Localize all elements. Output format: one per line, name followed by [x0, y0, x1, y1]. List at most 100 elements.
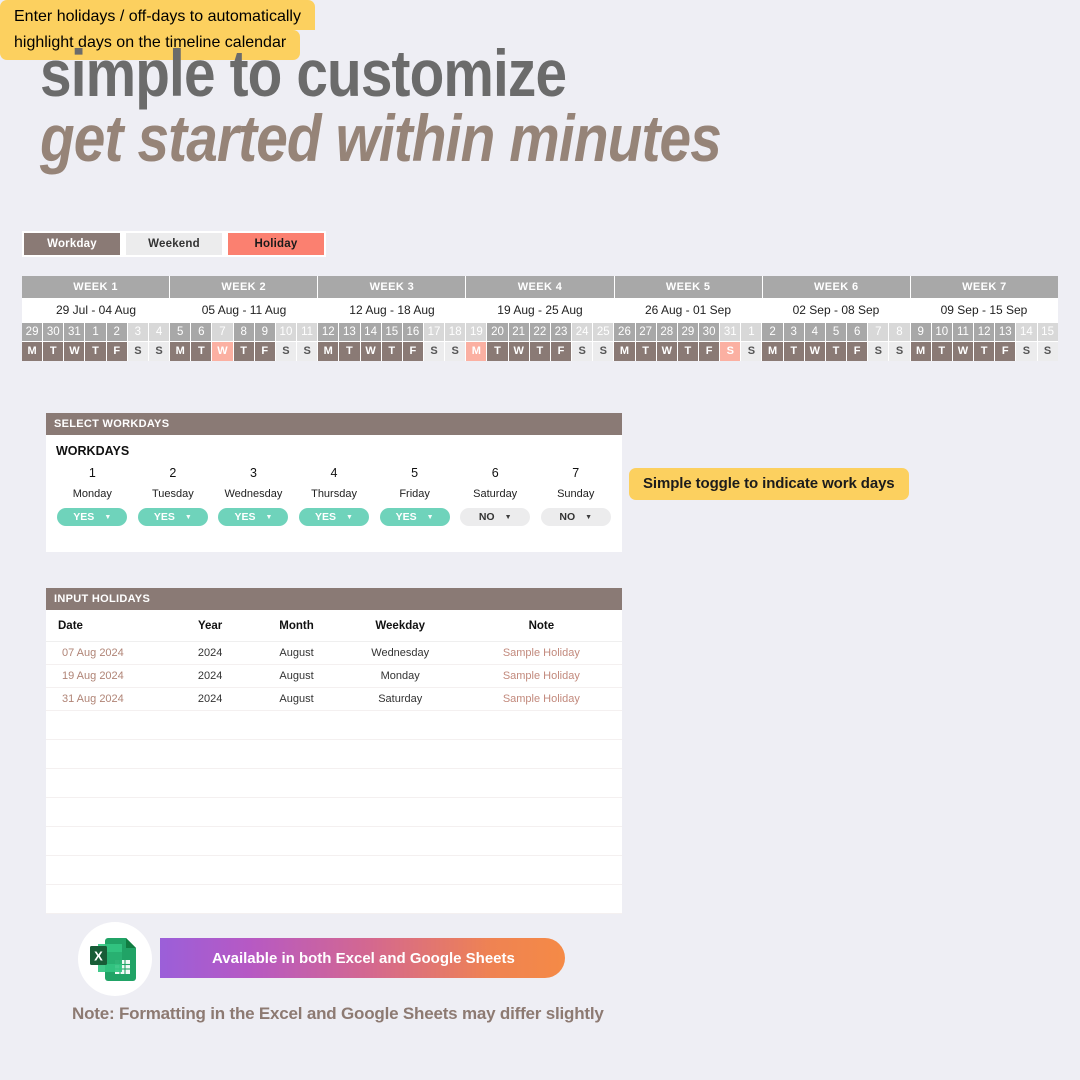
calendar-day-cell[interactable]: 16 F — [402, 323, 424, 361]
holidays-cell-weekday[interactable]: Saturday — [339, 687, 461, 711]
calendar-day-cell[interactable]: 1S — [741, 323, 763, 361]
holidays-table-empty-row[interactable] — [46, 739, 622, 769]
calendar-day-cell[interactable]: 15 S — [1037, 323, 1058, 361]
calendar-day-cell[interactable]: 9M — [910, 323, 932, 361]
calendar-day-cell[interactable]: 31 W — [64, 323, 86, 361]
holidays-cell-year[interactable] — [166, 826, 254, 856]
calendar-day-cell[interactable]: 5M — [170, 323, 192, 361]
holidays-cell-weekday[interactable] — [339, 855, 461, 885]
holidays-table-empty-row[interactable] — [46, 768, 622, 798]
holidays-table-empty-row[interactable] — [46, 797, 622, 827]
holidays-cell-weekday[interactable] — [339, 710, 461, 740]
calendar-day-cell[interactable]: 31 S — [720, 323, 742, 361]
holidays-cell-date[interactable] — [46, 855, 167, 885]
holidays-cell-month[interactable] — [253, 884, 340, 914]
calendar-day-cell[interactable]: 1T — [85, 323, 107, 361]
holidays-cell-date[interactable]: 19 Aug 2024 — [46, 664, 167, 688]
calendar-day-cell[interactable]: 8S — [889, 323, 911, 361]
calendar-day-cell[interactable]: 6F — [847, 323, 869, 361]
calendar-day-cell[interactable]: 9F — [254, 323, 276, 361]
holidays-cell-weekday[interactable] — [339, 739, 461, 769]
calendar-day-cell[interactable]: 3S — [127, 323, 149, 361]
holidays-table-empty-row[interactable] — [46, 855, 622, 885]
calendar-day-cell[interactable]: 27 T — [635, 323, 657, 361]
calendar-day-cell[interactable]: 25 S — [593, 323, 615, 361]
holidays-cell-year[interactable]: 2024 — [166, 687, 254, 711]
workday-toggle-thursday[interactable]: YES ▼ — [299, 508, 370, 526]
workday-toggle-friday[interactable]: YES ▼ — [379, 508, 450, 526]
calendar-day-cell[interactable]: 12 T — [974, 323, 996, 361]
workday-toggle-sunday[interactable]: NO ▼ — [540, 508, 611, 526]
holidays-cell-date[interactable] — [46, 739, 167, 769]
calendar-day-cell[interactable]: 7S — [868, 323, 890, 361]
workday-toggle-wednesday[interactable]: YES ▼ — [218, 508, 289, 526]
holidays-cell-note[interactable] — [460, 855, 622, 885]
calendar-day-cell[interactable]: 13 T — [339, 323, 361, 361]
workday-toggle-saturday[interactable]: NO ▼ — [460, 508, 531, 526]
holidays-cell-weekday[interactable]: Monday — [339, 664, 461, 688]
calendar-day-cell[interactable]: 30 F — [699, 323, 721, 361]
workday-toggle-monday[interactable]: YES ▼ — [57, 508, 128, 526]
calendar-day-cell[interactable]: 10 T — [931, 323, 953, 361]
holidays-table-row[interactable]: 19 Aug 2024 2024 August Monday Sample Holida… — [46, 664, 622, 688]
calendar-day-cell[interactable]: 21 W — [508, 323, 530, 361]
calendar-day-cell[interactable]: 5T — [825, 323, 848, 361]
calendar-day-cell[interactable]: 13 F — [995, 323, 1017, 361]
calendar-day-cell[interactable]: 14 S — [1016, 323, 1038, 361]
holidays-cell-weekday[interactable]: Wednesday — [339, 641, 461, 665]
holidays-cell-year[interactable]: 2024 — [166, 641, 254, 665]
holidays-cell-month[interactable]: August — [253, 641, 340, 665]
calendar-day-cell[interactable]: 15 T — [381, 323, 403, 361]
holidays-table-empty-row[interactable] — [46, 826, 622, 856]
calendar-day-cell[interactable]: 24 S — [572, 323, 594, 361]
calendar-day-cell[interactable]: 20 T — [487, 323, 509, 361]
calendar-day-cell[interactable]: 12 M — [318, 323, 340, 361]
calendar-day-cell[interactable]: 11 W — [952, 323, 975, 361]
holidays-cell-date[interactable] — [46, 710, 167, 740]
holidays-table-row[interactable]: 07 Aug 2024 2024 August Wednesday Sample Hol… — [46, 641, 622, 665]
holidays-cell-month[interactable] — [253, 768, 340, 798]
holidays-cell-note[interactable] — [460, 884, 622, 914]
holidays-cell-note[interactable] — [460, 797, 622, 827]
holidays-cell-month[interactable] — [253, 797, 340, 827]
holidays-table-row[interactable]: 31 Aug 2024 2024 August Saturday Sample Holi… — [46, 687, 622, 711]
calendar-day-cell[interactable]: 29 T — [677, 323, 699, 361]
calendar-day-cell[interactable]: 22 T — [529, 323, 551, 361]
holidays-cell-date[interactable] — [46, 826, 167, 856]
calendar-day-cell[interactable]: 3T — [783, 323, 805, 361]
calendar-day-cell[interactable]: 26 M — [614, 323, 636, 361]
holidays-cell-note[interactable] — [460, 710, 622, 740]
holidays-cell-year[interactable] — [166, 884, 254, 914]
calendar-day-cell[interactable]: 8T — [233, 323, 255, 361]
holidays-cell-month[interactable] — [253, 739, 340, 769]
holidays-cell-weekday[interactable] — [339, 826, 461, 856]
calendar-day-cell[interactable]: 30 T — [43, 323, 65, 361]
holidays-cell-year[interactable] — [166, 710, 254, 740]
holidays-cell-note[interactable]: Sample Holiday — [460, 664, 622, 688]
holidays-cell-month[interactable] — [253, 826, 340, 856]
calendar-day-cell[interactable]: 19 M — [466, 323, 488, 361]
calendar-day-cell[interactable]: 14 W — [360, 323, 382, 361]
holidays-cell-weekday[interactable] — [339, 797, 461, 827]
holidays-cell-note[interactable] — [460, 739, 622, 769]
calendar-day-cell[interactable]: 11 S — [297, 323, 319, 361]
holidays-cell-date[interactable] — [46, 797, 167, 827]
holidays-cell-note[interactable] — [460, 768, 622, 798]
calendar-day-cell[interactable]: 17 S — [423, 323, 446, 361]
calendar-day-cell[interactable]: 28 W — [656, 323, 678, 361]
calendar-day-cell[interactable]: 23 F — [550, 323, 573, 361]
calendar-day-cell[interactable]: 2M — [762, 323, 784, 361]
holidays-cell-note[interactable]: Sample Holiday — [460, 641, 622, 665]
workday-toggle-tuesday[interactable]: YES ▼ — [137, 508, 208, 526]
calendar-day-cell[interactable]: 6T — [191, 323, 213, 361]
holidays-cell-year[interactable] — [166, 768, 254, 798]
holidays-cell-note[interactable] — [460, 826, 622, 856]
calendar-day-cell[interactable]: 2F — [106, 323, 128, 361]
calendar-day-cell[interactable]: 29 M — [22, 323, 44, 361]
calendar-day-cell[interactable]: 7W — [212, 323, 234, 361]
calendar-day-cell[interactable]: 4W — [804, 323, 826, 361]
holidays-cell-date[interactable]: 31 Aug 2024 — [46, 687, 167, 711]
holidays-cell-date[interactable] — [46, 768, 167, 798]
holidays-cell-note[interactable]: Sample Holiday — [460, 687, 622, 711]
holidays-cell-month[interactable]: August — [253, 687, 340, 711]
